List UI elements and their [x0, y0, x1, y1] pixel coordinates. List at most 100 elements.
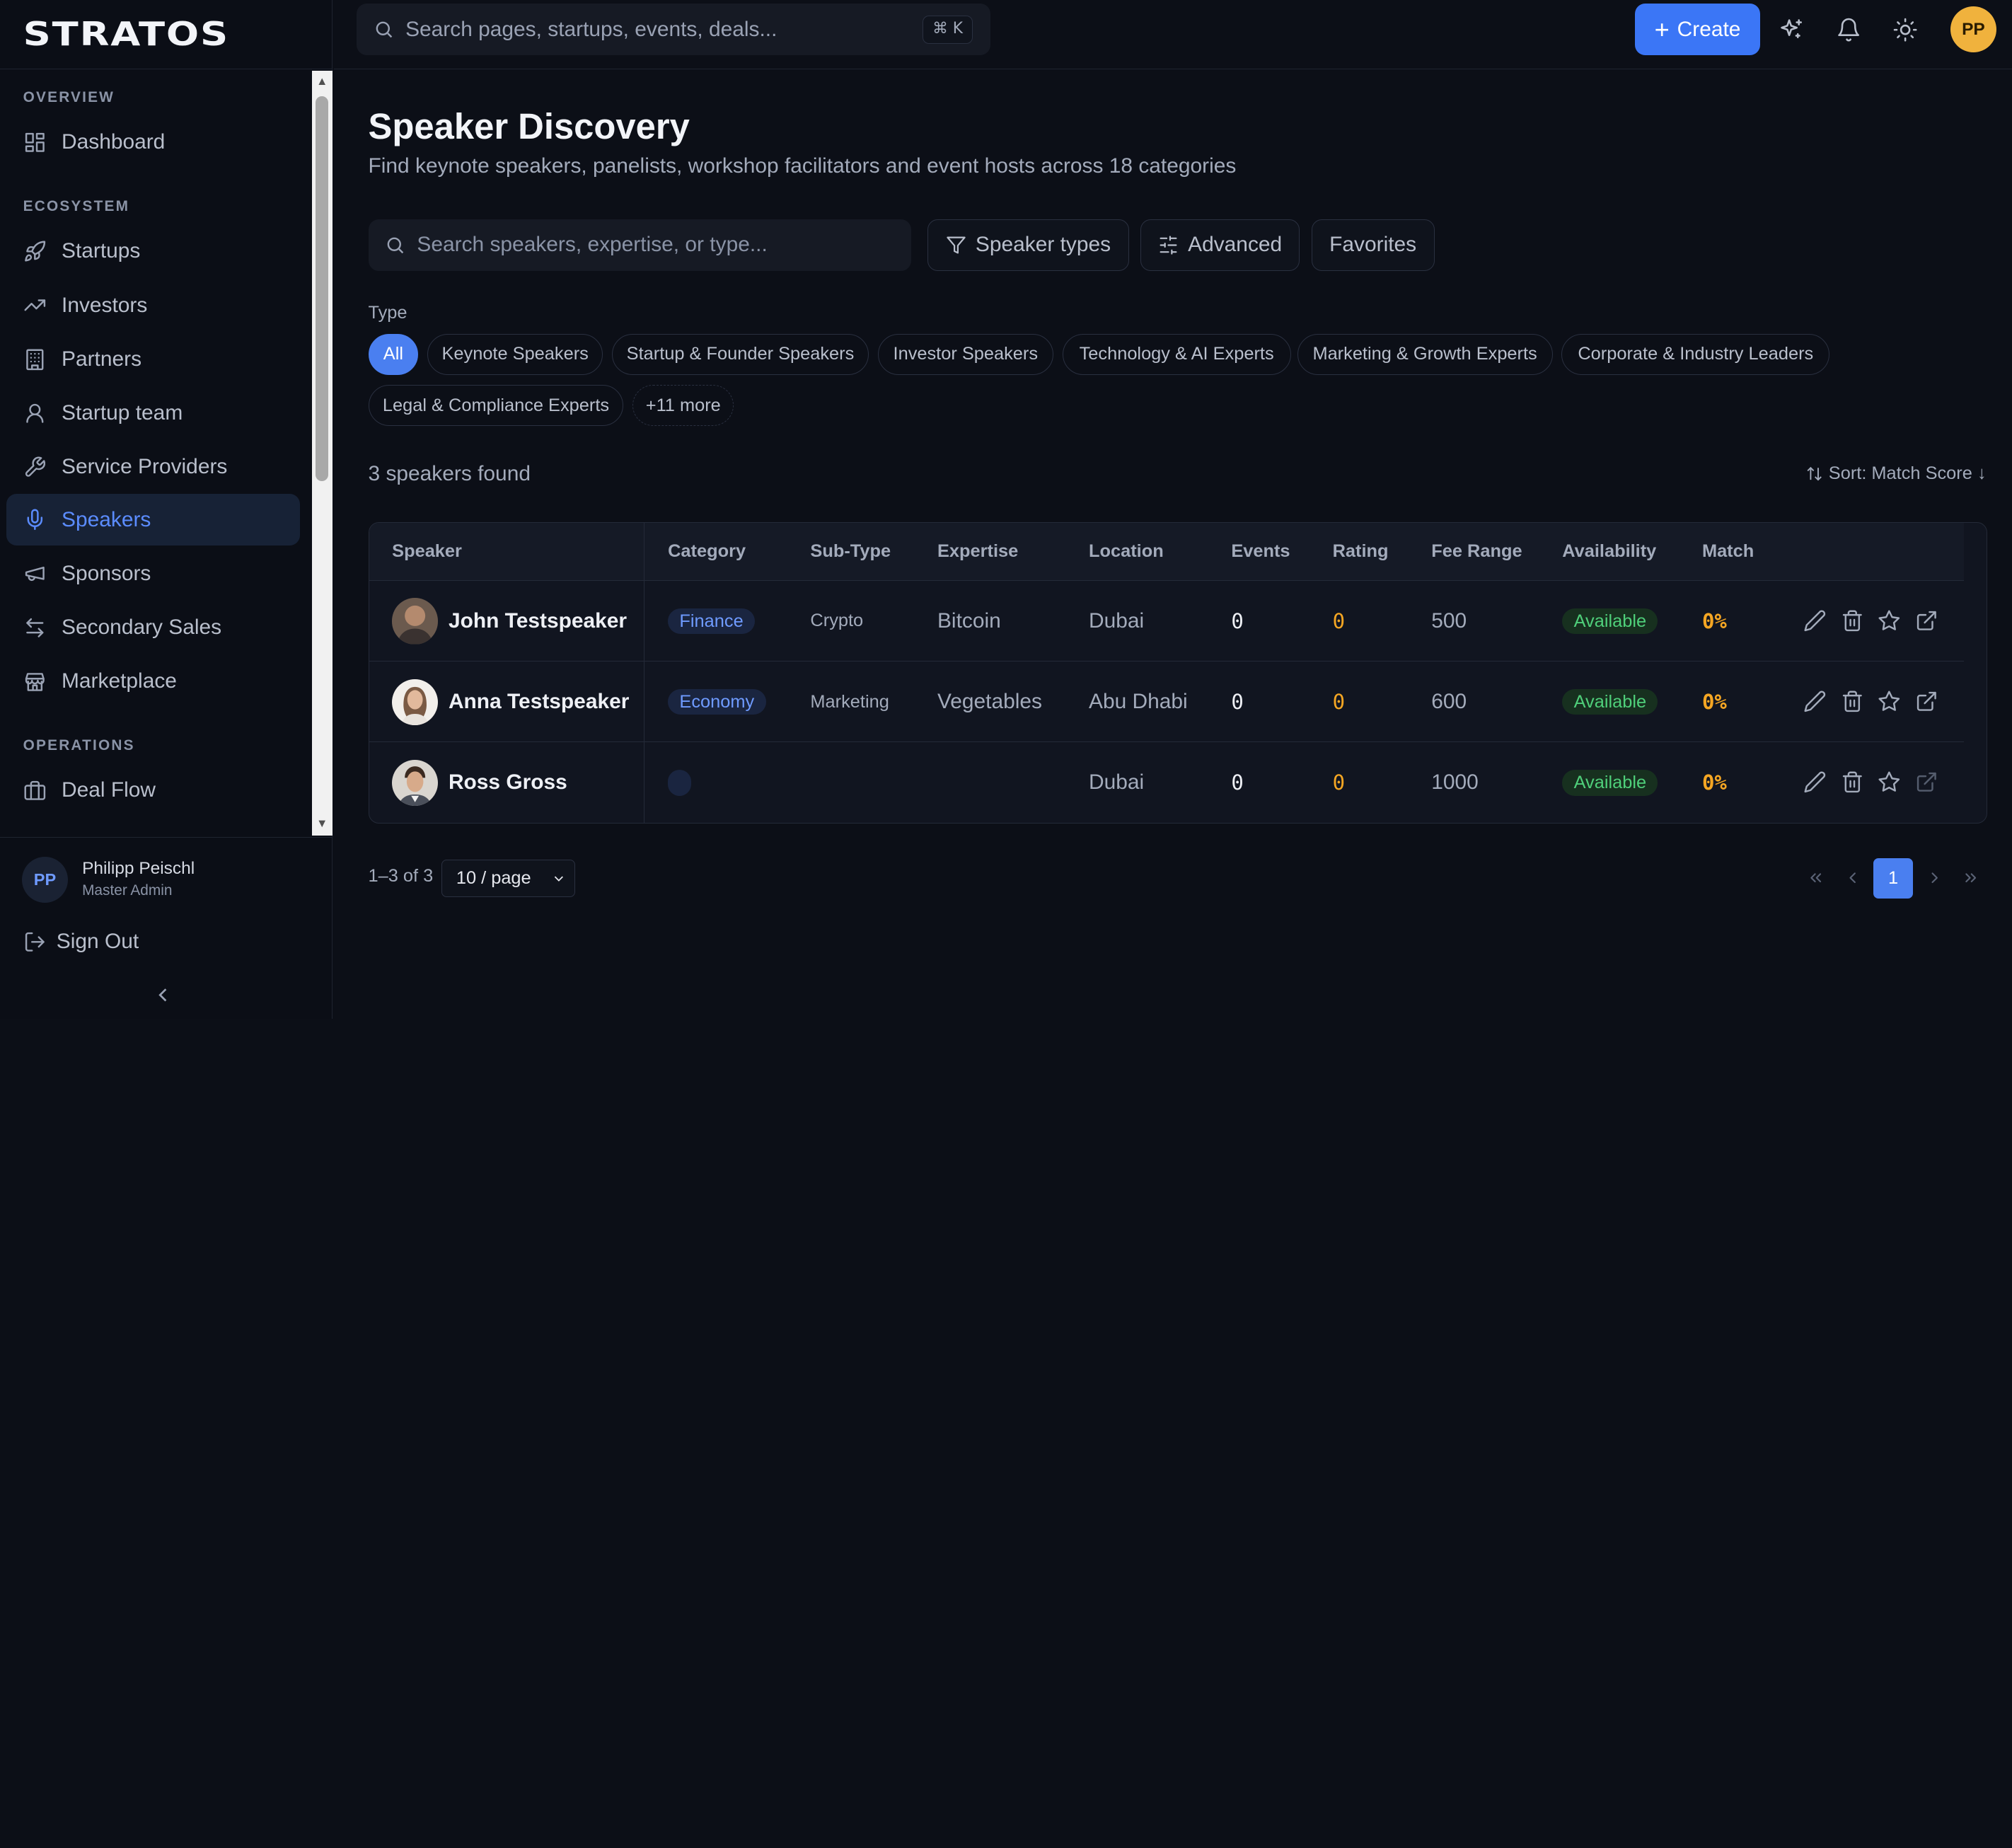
table-row[interactable]: Ross Gross Dubai 0 0 1000 Available 0%: [369, 742, 1964, 823]
app-logo[interactable]: STRATOS: [23, 15, 229, 53]
type-filter-label: Type: [368, 303, 407, 323]
column-header-speaker[interactable]: Speaker: [392, 541, 462, 562]
match-score: 0%: [1701, 690, 1727, 715]
sliders-icon: [1160, 236, 1177, 255]
table-row[interactable]: John Testspeaker Finance Crypto Bitcoin …: [369, 581, 1964, 662]
sidebar-item-startups[interactable]: Startups: [6, 226, 300, 277]
rating-cell: 0: [1332, 608, 1346, 633]
delete-button[interactable]: [1841, 770, 1864, 794]
sidebar-item-investors[interactable]: Investors: [6, 279, 300, 331]
star-icon: [1878, 610, 1900, 630]
category-cell: [668, 742, 691, 823]
result-count: 3 speakers found: [368, 461, 531, 485]
type-chip-marketing-growth[interactable]: Marketing & Growth Experts: [1297, 333, 1553, 375]
create-button[interactable]: + Create: [1634, 4, 1761, 55]
type-chip-legal-compliance[interactable]: Legal & Compliance Experts: [368, 385, 624, 427]
open-profile-button[interactable]: [1915, 609, 1938, 633]
availability-cell: Available: [1562, 742, 1658, 823]
column-header-availability[interactable]: Availability: [1562, 541, 1656, 562]
user-role: Master Admin: [82, 882, 173, 899]
column-header-match[interactable]: Match: [1702, 541, 1754, 562]
favorite-button[interactable]: [1878, 690, 1901, 713]
collapse-sidebar-button[interactable]: [151, 983, 175, 1007]
column-header-fee-range[interactable]: Fee Range: [1431, 541, 1522, 562]
sidebar-scrollbar[interactable]: ▲ ▼: [311, 70, 333, 836]
column-header-subtype[interactable]: Sub-Type: [810, 541, 891, 562]
sign-out-button[interactable]: Sign Out: [23, 930, 139, 954]
prev-page-button[interactable]: [1844, 869, 1861, 887]
sidebar-item-secondary-sales[interactable]: Secondary Sales: [6, 602, 300, 654]
page-button-current[interactable]: 1: [1873, 858, 1914, 899]
building-icon: [23, 348, 47, 371]
speaker-search-input[interactable]: [417, 233, 905, 258]
type-chip-all[interactable]: All: [368, 333, 419, 375]
sidebar-item-speakers[interactable]: Speakers: [6, 494, 301, 545]
scrollbar-thumb[interactable]: [316, 96, 329, 482]
chevron-right-icon: [1931, 872, 1938, 883]
page-size-select[interactable]: 10 / page: [441, 860, 575, 897]
edit-button[interactable]: [1803, 770, 1827, 794]
advanced-label: Advanced: [1188, 233, 1283, 257]
delete-button[interactable]: [1841, 690, 1864, 713]
column-header-expertise[interactable]: Expertise: [937, 541, 1018, 562]
sun-icon: [1893, 18, 1917, 42]
column-header-events[interactable]: Events: [1231, 541, 1290, 562]
category-cell: Economy: [668, 662, 766, 742]
status-badge: Available: [1562, 770, 1658, 796]
sidebar-item-marketplace[interactable]: Marketplace: [6, 656, 300, 708]
sort-icon: [1807, 466, 1822, 481]
type-chip-tech-ai[interactable]: Technology & AI Experts: [1062, 333, 1291, 375]
type-chip-startup-founder[interactable]: Startup & Founder Speakers: [612, 333, 869, 375]
category-badge: Economy: [668, 689, 766, 715]
speaker-cell: John Testspeaker: [392, 581, 627, 662]
type-chip-more[interactable]: +11 more: [632, 385, 734, 427]
edit-button[interactable]: [1803, 690, 1827, 713]
log-out-icon: [25, 932, 45, 952]
table-row[interactable]: Anna Testspeaker Economy Marketing Veget…: [369, 662, 1964, 743]
external-link-icon: [1916, 611, 1936, 630]
open-profile-button[interactable]: [1915, 690, 1938, 713]
favorites-button[interactable]: Favorites: [1311, 219, 1435, 271]
column-header-rating[interactable]: Rating: [1333, 541, 1389, 562]
sidebar-item-startup-team[interactable]: Startup team: [6, 388, 300, 439]
speaker-name[interactable]: John Testspeaker: [449, 609, 627, 633]
notifications-button[interactable]: [1836, 17, 1861, 42]
type-chip-investor[interactable]: Investor Speakers: [877, 333, 1054, 375]
sidebar-item-deal-flow[interactable]: Deal Flow: [6, 765, 300, 816]
column-header-location[interactable]: Location: [1089, 541, 1164, 562]
sidebar-item-service-providers[interactable]: Service Providers: [6, 441, 300, 493]
type-chip-keynote[interactable]: Keynote Speakers: [427, 333, 603, 375]
bell-icon: [1838, 18, 1860, 42]
scroll-up-icon[interactable]: ▲: [312, 73, 333, 91]
first-page-button[interactable]: [1807, 869, 1825, 887]
speaker-name[interactable]: Ross Gross: [449, 770, 567, 795]
next-page-button[interactable]: [1926, 869, 1943, 887]
type-chip-corporate-industry[interactable]: Corporate & Industry Leaders: [1561, 333, 1830, 375]
status-badge: Available: [1562, 689, 1658, 715]
speaker-search[interactable]: [368, 219, 911, 271]
advanced-filters-button[interactable]: Advanced: [1140, 219, 1300, 271]
avatar[interactable]: PP: [1950, 6, 1997, 53]
last-page-button[interactable]: [1962, 869, 1979, 887]
scroll-down-icon[interactable]: ▼: [312, 815, 333, 833]
avatar[interactable]: PP: [21, 856, 69, 903]
ai-sparkles-button[interactable]: [1779, 17, 1804, 42]
sidebar-item-sponsors[interactable]: Sponsors: [6, 548, 300, 599]
sidebar-item-partners[interactable]: Partners: [6, 334, 300, 386]
sort-button[interactable]: Sort: Match Score ↓: [1805, 463, 1987, 484]
favorite-button[interactable]: [1878, 770, 1901, 794]
delete-button[interactable]: [1841, 609, 1864, 633]
theme-toggle-button[interactable]: [1892, 17, 1918, 42]
favorite-button[interactable]: [1878, 609, 1901, 633]
pencil-icon: [1804, 691, 1826, 712]
subtype-cell: Crypto: [810, 581, 863, 662]
open-profile-button[interactable]: [1915, 770, 1938, 794]
global-search[interactable]: ⌘ K: [357, 4, 991, 55]
speaker-name[interactable]: Anna Testspeaker: [449, 690, 629, 714]
speaker-types-button[interactable]: Speaker types: [927, 219, 1130, 271]
global-search-input[interactable]: [405, 17, 919, 42]
sidebar-item-dashboard[interactable]: Dashboard: [6, 117, 300, 168]
arrows-left-right-icon: [23, 616, 47, 640]
edit-button[interactable]: [1803, 609, 1827, 633]
column-header-category[interactable]: Category: [668, 541, 746, 562]
